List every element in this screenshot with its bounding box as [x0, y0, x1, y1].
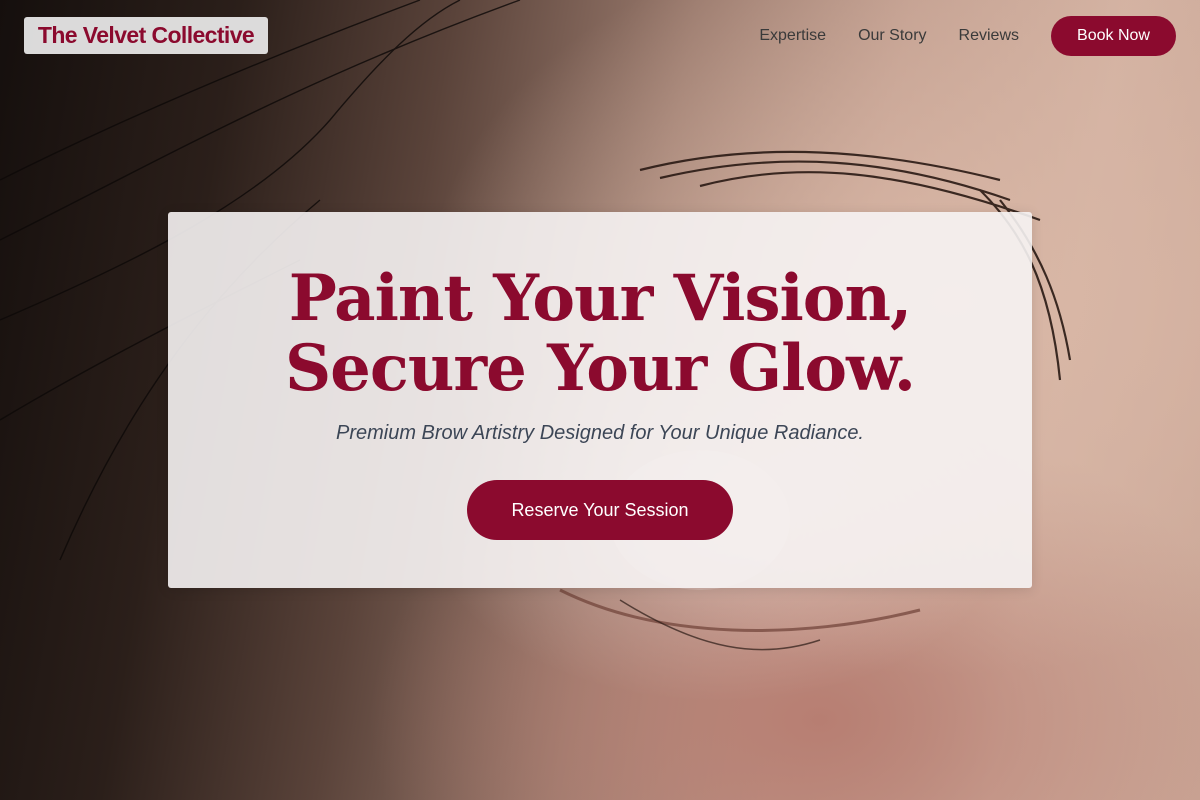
- hero-subtitle: Premium Brow Artistry Designed for Your …: [335, 422, 864, 444]
- book-now-button[interactable]: Book Now: [1051, 16, 1176, 56]
- hero-headline-line2: Secure Your Glow.: [284, 331, 916, 406]
- hero-card: Paint Your Vision, Secure Your Glow. Pre…: [168, 212, 1032, 588]
- nav-link-expertise[interactable]: Expertise: [759, 27, 826, 45]
- hero-headline: Paint Your Vision, Secure Your Glow.: [168, 264, 1032, 404]
- nav-link-our-story[interactable]: Our Story: [858, 27, 926, 45]
- hero-headline-line1: Paint Your Vision,: [288, 261, 913, 336]
- main-nav: Expertise Our Story Reviews Book Now: [759, 16, 1176, 56]
- reserve-session-button[interactable]: Reserve Your Session: [467, 480, 733, 540]
- nav-link-reviews[interactable]: Reviews: [959, 27, 1019, 45]
- brand-logo[interactable]: The Velvet Collective: [24, 17, 268, 54]
